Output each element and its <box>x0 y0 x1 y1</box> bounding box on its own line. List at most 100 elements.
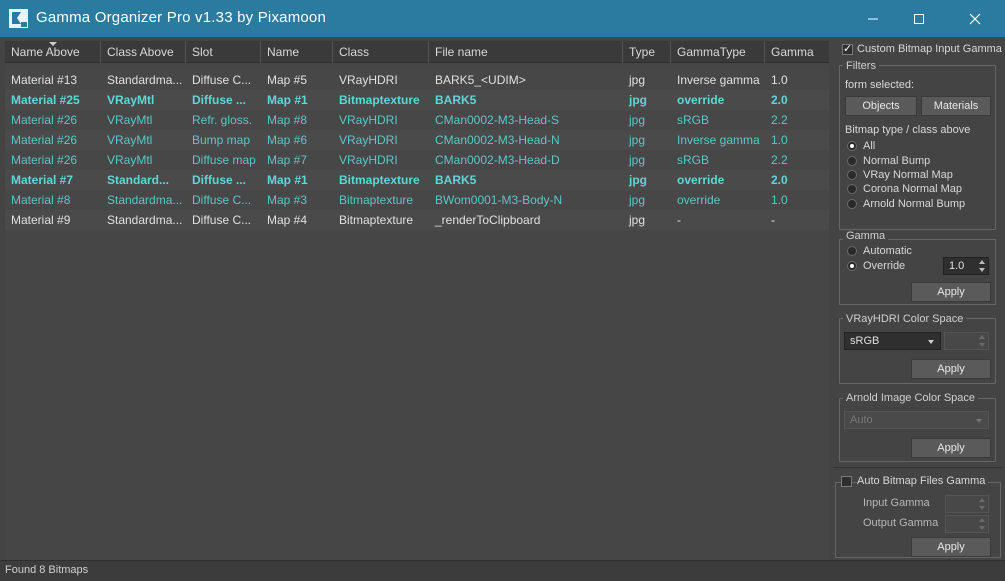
auto-gamma-apply-button[interactable]: Apply <box>911 537 991 557</box>
vray-color-space-select[interactable]: sRGB <box>844 332 941 350</box>
custom-gamma-checkbox[interactable] <box>842 42 853 55</box>
table-header: Name Above Class Above Slot Name Class F… <box>5 41 829 63</box>
minimize-button[interactable] <box>850 0 896 37</box>
title-bar[interactable]: Gamma Organizer Pro v1.33 by Pixamoon <box>0 0 1005 37</box>
radio-normal-bump[interactable] <box>847 156 857 166</box>
close-icon <box>969 13 981 24</box>
radio-vray-normal-map[interactable] <box>847 170 857 180</box>
column-header-slot[interactable]: Slot <box>186 41 261 63</box>
cell-class: Bitmaptexture <box>339 213 414 227</box>
radio-corona-normal-map[interactable] <box>847 184 857 194</box>
cell-type: jpg <box>629 73 646 87</box>
vray-apply-button[interactable]: Apply <box>911 359 991 379</box>
auto-bitmap-gamma-checkbox[interactable] <box>841 476 852 487</box>
radio-all-label: All <box>863 140 876 152</box>
arnold-color-space-select: Auto <box>844 411 989 429</box>
cell-class-above: Standardma... <box>107 73 183 87</box>
cell-slot: Diffuse ... <box>192 93 247 107</box>
objects-button[interactable]: Objects <box>845 96 917 116</box>
column-header-gamma[interactable]: Gamma <box>765 41 829 63</box>
options-panel: Custom Bitmap Input Gamma Filters form s… <box>833 41 1003 560</box>
radio-all[interactable] <box>847 141 857 151</box>
cell-file-name: CMan0002-M3-Head-D <box>435 153 560 167</box>
radio-automatic[interactable] <box>847 246 857 256</box>
cell-name-above: Material #25 <box>11 93 80 107</box>
materials-button[interactable]: Materials <box>921 96 991 116</box>
cell-class: Bitmaptexture <box>339 193 414 207</box>
maximize-icon <box>914 13 924 24</box>
spinner-arrows-icon <box>978 334 986 348</box>
cell-name-above: Material #13 <box>11 73 78 87</box>
cell-gamma: 2.0 <box>771 93 788 107</box>
cell-slot: Diffuse map <box>192 153 256 167</box>
cell-gamma: - <box>771 213 775 227</box>
cell-type: jpg <box>629 113 646 127</box>
radio-automatic-label: Automatic <box>863 245 912 257</box>
window-title: Gamma Organizer Pro v1.33 by Pixamoon <box>36 9 327 26</box>
column-header-class[interactable]: Class <box>333 41 429 63</box>
cell-name: Map #6 <box>267 133 308 147</box>
spinner-arrows-icon[interactable] <box>978 259 986 273</box>
cell-name: Map #1 <box>267 173 308 187</box>
close-button[interactable] <box>952 0 998 37</box>
cell-class: VRayHDRI <box>339 153 398 167</box>
column-header-type[interactable]: Type <box>623 41 671 63</box>
dropdown-arrow-icon <box>928 340 934 344</box>
app-logo-icon <box>9 9 28 28</box>
gamma-apply-button[interactable]: Apply <box>911 282 991 302</box>
cell-name: Map #7 <box>267 153 308 167</box>
cell-gamma-type: - <box>677 213 681 227</box>
table-body: Material #13 Standardma... Diffuse C... Map… <box>5 70 829 230</box>
bitmap-table[interactable]: Name Above Class Above Slot Name Class F… <box>5 41 829 560</box>
cell-file-name: _renderToClipboard <box>435 213 541 227</box>
cell-type: jpg <box>629 153 646 167</box>
cell-class-above: Standardma... <box>107 213 183 227</box>
vray-color-space-value: sRGB <box>850 335 880 347</box>
custom-gamma-label: Custom Bitmap Input Gamma <box>857 43 1002 55</box>
radio-arnold-normal-bump[interactable] <box>847 199 857 209</box>
arnold-apply-button[interactable]: Apply <box>911 438 991 458</box>
column-header-name[interactable]: Name <box>261 41 333 63</box>
table-row[interactable]: Material #8 Standardma... Diffuse C... Map … <box>5 190 829 210</box>
bitmap-type-label: Bitmap type / class above <box>845 124 971 136</box>
status-text: Found 8 Bitmaps <box>5 564 89 576</box>
cell-slot: Refr. gloss. <box>192 113 253 127</box>
table-row[interactable]: Material #13 Standardma... Diffuse C... Map… <box>5 70 829 90</box>
output-gamma-label: Output Gamma <box>863 517 939 529</box>
cell-name: Map #1 <box>267 93 308 107</box>
table-row[interactable]: Material #26 VRayMtl Diffuse map Map #7 VRay… <box>5 150 829 170</box>
cell-gamma: 2.2 <box>771 153 788 167</box>
gamma-value-spinner[interactable]: 1.0 <box>943 257 989 275</box>
cell-class: VRayHDRI <box>339 113 398 127</box>
cell-file-name: CMan0002-M3-Head-N <box>435 133 560 147</box>
cell-class-above: Standardma... <box>107 193 183 207</box>
table-row[interactable]: Material #7 Standard... Diffuse ... Map #1 B… <box>5 170 829 190</box>
column-header-file-name[interactable]: File name <box>429 41 623 63</box>
cell-class: VRayHDRI <box>339 73 398 87</box>
column-header-name-above[interactable]: Name Above <box>5 41 101 63</box>
table-row[interactable]: Material #9 Standardma... Diffuse C... Map … <box>5 210 829 230</box>
input-gamma-label: Input Gamma <box>863 497 930 509</box>
cell-class: VRayHDRI <box>339 133 398 147</box>
form-selected-label: form selected: <box>845 79 915 91</box>
maximize-button[interactable] <box>896 0 942 37</box>
input-gamma-spinner <box>945 495 989 513</box>
column-header-class-above[interactable]: Class Above <box>101 41 186 63</box>
cell-class-above: VRayMtl <box>107 133 153 147</box>
radio-override[interactable] <box>847 261 857 271</box>
cell-type: jpg <box>629 133 646 147</box>
table-row[interactable]: Material #26 VRayMtl Bump map Map #6 VRayHDR… <box>5 130 829 150</box>
cell-class-above: VRayMtl <box>107 93 155 107</box>
panel-divider <box>833 467 1003 468</box>
table-row[interactable]: Material #26 VRayMtl Refr. gloss. Map #8 VRa… <box>5 110 829 130</box>
cell-slot: Bump map <box>192 133 251 147</box>
arnold-color-space-value: Auto <box>850 414 873 426</box>
cell-gamma: 1.0 <box>771 73 788 87</box>
cell-class-above: VRayMtl <box>107 113 153 127</box>
cell-name-above: Material #26 <box>11 153 78 167</box>
minimize-icon <box>868 18 878 19</box>
column-header-gamma-type[interactable]: GammaType <box>671 41 765 63</box>
table-row[interactable]: Material #25 VRayMtl Diffuse ... Map #1 Bitm… <box>5 90 829 110</box>
cell-name: Map #5 <box>267 73 308 87</box>
cell-gamma-type: override <box>677 193 721 207</box>
